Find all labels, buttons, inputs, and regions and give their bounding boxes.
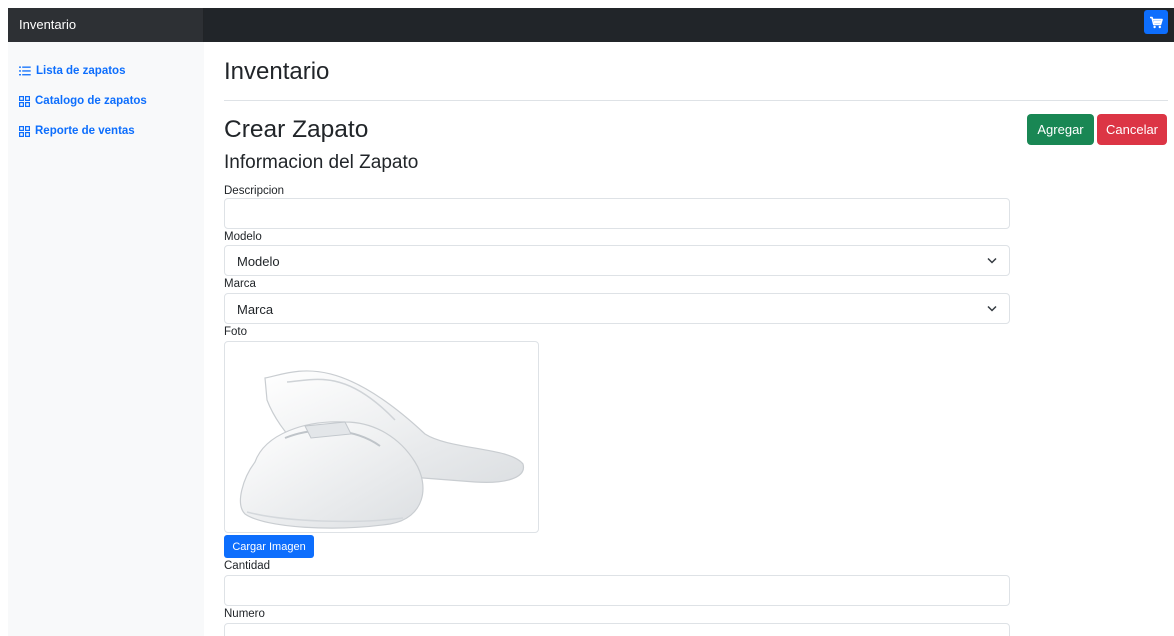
marca-selected-value: Marca — [237, 302, 274, 317]
grid-icon — [19, 95, 30, 107]
foto-label: Foto — [224, 326, 248, 338]
descripcion-label: Descripcion — [224, 185, 285, 197]
shoe-image — [240, 370, 524, 529]
cancelar-button[interactable]: Cancelar — [1097, 114, 1167, 145]
section-title: Crear Zapato — [224, 116, 369, 143]
sidebar: Lista de zapatos Catalogo de zapatos Rep… — [8, 42, 204, 636]
sidebar-item-reporte-de-ventas[interactable]: Reporte de ventas — [19, 122, 135, 140]
brand-link[interactable]: Inventario — [19, 17, 76, 32]
form-subtitle: Informacion del Zapato — [224, 152, 419, 173]
top-navbar: Inventario — [8, 8, 1174, 42]
agregar-button[interactable]: Agregar — [1027, 114, 1094, 145]
descripcion-input[interactable] — [224, 198, 1010, 229]
cart-button[interactable] — [1144, 10, 1168, 34]
sidebar-item-lista-de-zapatos[interactable]: Lista de zapatos — [19, 62, 125, 80]
brand-area: Inventario — [8, 8, 204, 42]
cantidad-label: Cantidad — [224, 560, 271, 572]
marca-label: Marca — [224, 278, 256, 290]
cart-icon — [1150, 16, 1163, 28]
header-divider — [224, 100, 1168, 101]
modelo-label: Modelo — [224, 231, 262, 243]
main-content: Inventario Crear Zapato Agregar Cancelar… — [204, 42, 1174, 636]
cargar-imagen-button[interactable]: Cargar Imagen — [224, 535, 314, 558]
chevron-down-icon — [987, 305, 997, 312]
sidebar-item-label: Lista de zapatos — [36, 65, 126, 77]
numero-input[interactable] — [224, 623, 1010, 636]
sidebar-item-label: Reporte de ventas — [35, 125, 135, 137]
sidebar-item-label: Catalogo de zapatos — [35, 95, 147, 107]
sidebar-item-catalogo-de-zapatos[interactable]: Catalogo de zapatos — [19, 92, 147, 110]
marca-select[interactable]: Marca — [224, 293, 1010, 324]
cantidad-input[interactable] — [224, 575, 1010, 606]
numero-label: Numero — [224, 608, 265, 620]
app-root: Inventario Lista de zapatos Catalogo de … — [0, 0, 1174, 636]
list-icon — [19, 66, 31, 76]
chevron-down-icon — [987, 257, 997, 264]
shoe-photo — [224, 341, 539, 533]
modelo-selected-value: Modelo — [237, 254, 280, 269]
grid-icon — [19, 125, 30, 137]
page-title: Inventario — [224, 58, 330, 85]
modelo-select[interactable]: Modelo — [224, 245, 1010, 276]
